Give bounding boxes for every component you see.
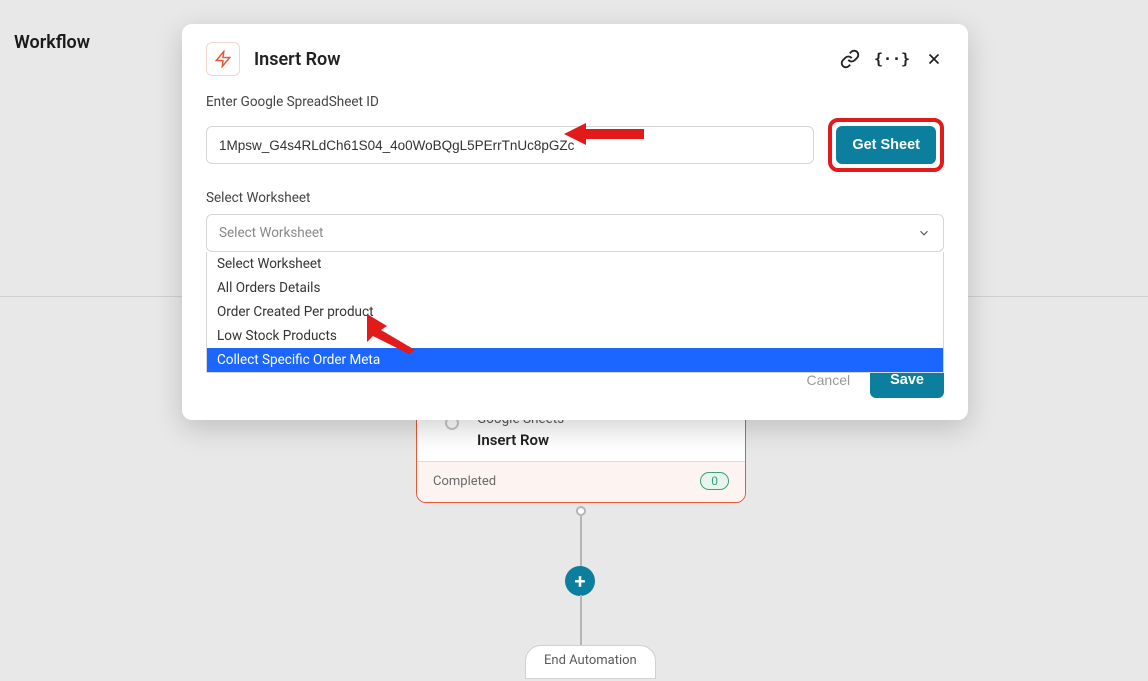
worksheet-select[interactable]: Select Worksheet (206, 214, 944, 252)
connector-dot-icon (576, 506, 586, 516)
connector-line (580, 595, 582, 645)
end-automation-pill: End Automation (525, 645, 656, 679)
worksheet-select-value: Select Worksheet (219, 225, 323, 241)
add-step-button[interactable]: + (565, 566, 595, 596)
connector-line (580, 516, 582, 571)
get-sheet-button[interactable]: Get Sheet (836, 126, 936, 164)
worksheet-label: Select Worksheet (206, 190, 944, 206)
dropdown-option[interactable]: Collect Specific Order Meta (207, 348, 943, 372)
dropdown-option[interactable]: Order Created Per product (207, 300, 943, 324)
link-icon[interactable] (840, 49, 860, 69)
lightning-icon (206, 42, 240, 76)
action-maintitle: Insert Row (477, 431, 564, 449)
status-label: Completed (433, 474, 496, 489)
insert-row-modal: Insert Row {··} Enter Google SpreadSheet… (182, 24, 968, 420)
modal-title: Insert Row (254, 49, 341, 70)
dropdown-option[interactable]: All Orders Details (207, 276, 943, 300)
worksheet-dropdown: Select WorksheetAll Orders DetailsOrder … (206, 252, 944, 373)
spreadsheet-id-input[interactable] (206, 126, 814, 164)
chevron-down-icon (917, 226, 931, 240)
code-icon[interactable]: {··} (882, 49, 902, 69)
spreadsheet-id-label: Enter Google SpreadSheet ID (206, 94, 944, 110)
highlight-box: Get Sheet (828, 118, 944, 172)
status-badge: 0 (700, 472, 729, 490)
annotation-arrow-icon (564, 119, 644, 149)
dropdown-option[interactable]: Select Worksheet (207, 252, 943, 276)
annotation-arrow-icon (359, 314, 419, 354)
cancel-button[interactable]: Cancel (807, 372, 851, 388)
dropdown-option[interactable]: Low Stock Products (207, 324, 943, 348)
close-icon[interactable] (924, 49, 944, 69)
